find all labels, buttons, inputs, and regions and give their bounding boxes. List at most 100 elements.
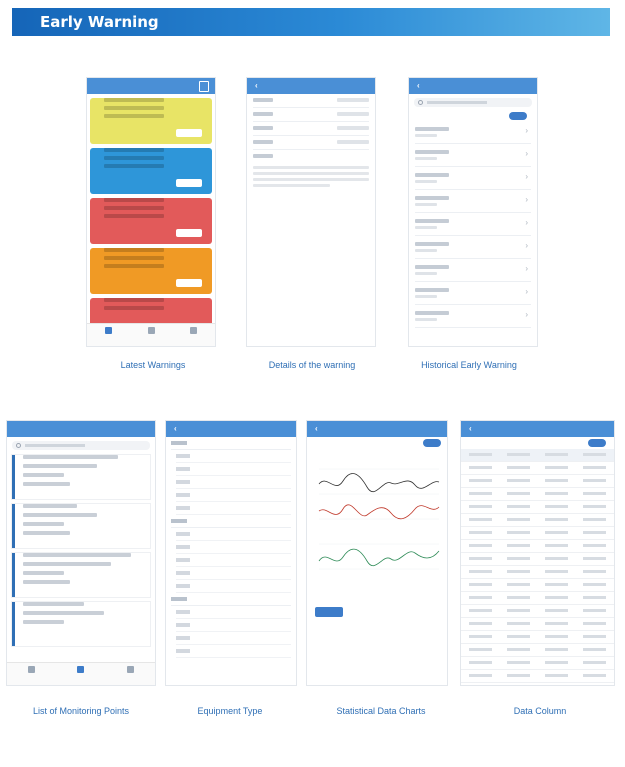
equipment-group[interactable] (171, 515, 291, 528)
table-row (461, 553, 614, 566)
table-row (461, 618, 614, 631)
query-button[interactable] (588, 439, 606, 447)
back-icon[interactable]: ‹ (417, 78, 420, 94)
equipment-item[interactable] (176, 463, 291, 476)
list-item[interactable]: › (415, 190, 531, 213)
list-item[interactable]: › (415, 144, 531, 167)
caption-monitoring-points: List of Monitoring Points (32, 706, 130, 716)
equipment-item[interactable] (176, 541, 291, 554)
equipment-group[interactable] (171, 437, 291, 450)
tab-profile[interactable] (106, 663, 155, 685)
tab-bar (87, 323, 215, 346)
date-range[interactable] (461, 437, 614, 449)
table-row (461, 579, 614, 592)
list-item[interactable]: › (415, 236, 531, 259)
chart-series-line (318, 548, 440, 567)
screen-header: ‹ (461, 421, 614, 437)
statistical-chart-screen: ‹ (306, 420, 448, 686)
list-item[interactable]: › (415, 305, 531, 328)
query-button[interactable] (509, 112, 527, 120)
back-icon[interactable]: ‹ (255, 78, 258, 94)
equipment-item[interactable] (176, 528, 291, 541)
equipment-item[interactable] (176, 632, 291, 645)
latest-warnings-screen (86, 77, 216, 347)
table-row (461, 657, 614, 670)
list-item[interactable]: › (415, 259, 531, 282)
list-item[interactable]: › (415, 121, 531, 144)
home-icon (104, 327, 112, 334)
equipment-item[interactable] (176, 645, 291, 658)
search-input[interactable] (414, 98, 532, 107)
screen-header (87, 78, 215, 94)
equipment-item[interactable] (176, 450, 291, 463)
list-item[interactable]: › (415, 282, 531, 305)
back-icon[interactable]: ‹ (315, 421, 318, 437)
screen-header: ‹ (247, 78, 375, 94)
table-row (461, 540, 614, 553)
table-row (461, 488, 614, 501)
page-title: Early Warning (40, 13, 159, 31)
equipment-item[interactable] (176, 567, 291, 580)
document-icon[interactable] (199, 81, 209, 92)
equipment-item[interactable] (176, 619, 291, 632)
date-range[interactable] (307, 437, 447, 449)
caption-equipment-type: Equipment Type (197, 706, 263, 716)
export-button[interactable] (315, 607, 343, 617)
monitoring-point-card[interactable] (12, 455, 150, 499)
tab-profile[interactable] (172, 324, 215, 346)
page-banner: Early Warning (12, 8, 610, 36)
home-icon (28, 666, 36, 673)
monitoring-point-card[interactable] (12, 504, 150, 548)
list-item[interactable]: › (415, 167, 531, 190)
equipment-item[interactable] (176, 489, 291, 502)
search-input[interactable] (12, 441, 150, 450)
table-row (461, 475, 614, 488)
tab-home[interactable] (7, 663, 56, 685)
caption-historical-warning: Historical Early Warning (421, 360, 517, 370)
table-header (461, 449, 614, 462)
trend-chart (318, 468, 440, 570)
warning-details-screen: ‹ (246, 77, 376, 347)
screen-header: ‹ (166, 421, 296, 437)
warning-card[interactable] (90, 248, 212, 294)
tab-home[interactable] (87, 324, 130, 346)
view-details-button[interactable] (176, 129, 202, 137)
equipment-item[interactable] (176, 502, 291, 515)
table-row (461, 514, 614, 527)
query-button[interactable] (423, 439, 441, 447)
warning-card[interactable] (90, 98, 212, 144)
back-icon[interactable]: ‹ (469, 421, 472, 437)
view-details-button[interactable] (176, 229, 202, 237)
caption-statistical-charts: Statistical Data Charts (336, 706, 426, 716)
equipment-item[interactable] (176, 606, 291, 619)
view-details-button[interactable] (176, 279, 202, 287)
back-icon[interactable]: ‹ (174, 421, 177, 437)
table-row (461, 566, 614, 579)
equipment-group[interactable] (171, 593, 291, 606)
grid-icon (147, 327, 155, 334)
list-item[interactable]: › (415, 213, 531, 236)
caption-data-column: Data Column (513, 706, 567, 716)
tab-monitor[interactable] (56, 663, 105, 685)
search-icon (418, 100, 423, 105)
view-details-button[interactable] (176, 179, 202, 187)
search-icon (16, 443, 21, 448)
screen-header (7, 421, 155, 437)
date-range[interactable] (415, 111, 531, 121)
tab-monitor[interactable] (130, 324, 173, 346)
table-row (461, 527, 614, 540)
user-icon (190, 327, 198, 334)
equipment-item[interactable] (176, 580, 291, 593)
table-row (461, 605, 614, 618)
screen-header: ‹ (307, 421, 447, 437)
monitoring-point-card[interactable] (12, 602, 150, 646)
user-icon (126, 666, 134, 673)
table-row (461, 670, 614, 683)
monitoring-point-card[interactable] (12, 553, 150, 597)
data-column-screen: ‹ (460, 420, 615, 686)
monitoring-points-screen (6, 420, 156, 686)
warning-card[interactable] (90, 148, 212, 194)
warning-card[interactable] (90, 198, 212, 244)
equipment-item[interactable] (176, 554, 291, 567)
equipment-item[interactable] (176, 476, 291, 489)
